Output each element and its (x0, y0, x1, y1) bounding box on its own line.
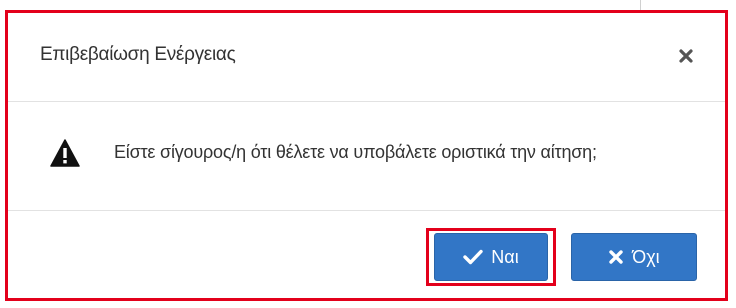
close-button[interactable] (673, 43, 699, 69)
dialog-title: Επιβεβαίωση Ενέργειας (40, 44, 236, 65)
no-button-label: Όχι (632, 246, 660, 267)
dialog-footer: Ναι Όχι (8, 211, 725, 298)
background-strip (0, 0, 736, 10)
yes-button-label: Ναι (491, 246, 519, 267)
yes-button[interactable]: Ναι (434, 233, 548, 281)
background-divider (640, 0, 641, 10)
warning-icon (50, 139, 80, 167)
close-icon (679, 49, 693, 63)
dialog-header: Επιβεβαίωση Ενέργειας (8, 13, 725, 102)
confirmation-message: Είστε σίγουρος/η ότι θέλετε να υποβάλετε… (114, 142, 597, 162)
check-icon (463, 249, 483, 265)
confirm-dialog: Επιβεβαίωση Ενέργειας Είστε σίγουρος/η ό… (5, 10, 728, 301)
dialog-body: Είστε σίγουρος/η ότι θέλετε να υποβάλετε… (8, 102, 725, 211)
x-icon (609, 250, 623, 264)
no-button[interactable]: Όχι (571, 233, 697, 281)
